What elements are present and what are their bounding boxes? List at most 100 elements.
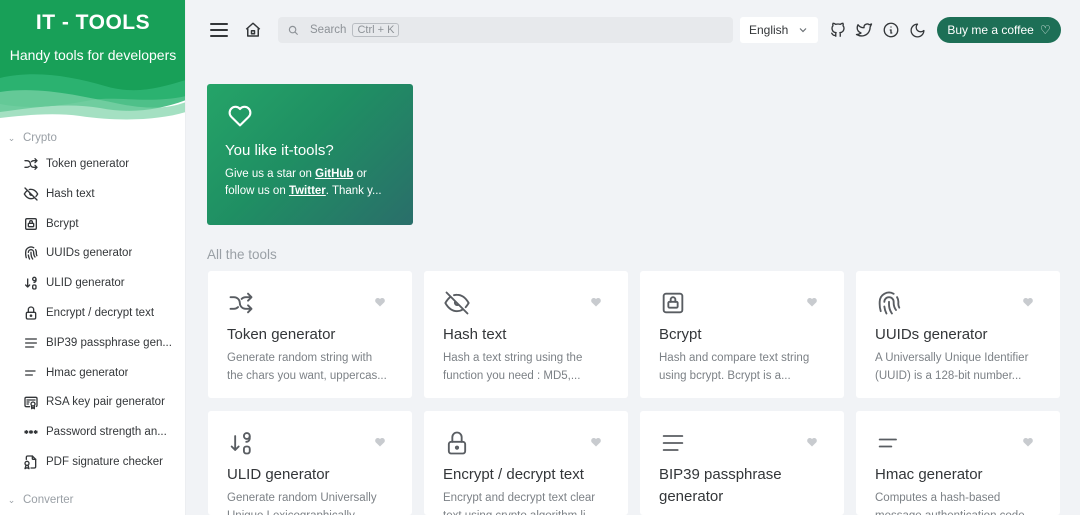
buy-me-a-coffee-button[interactable]: Buy me a coffee ♡ [937,17,1061,43]
favorite-heart-icon[interactable] [374,296,386,308]
github-link[interactable]: GitHub [315,168,353,180]
certificate-icon [24,397,38,410]
tool-card-icon [658,429,688,457]
app-title: IT - TOOLS [35,11,151,34]
moon-icon [909,22,925,38]
app-subtitle: Handy tools for developers [9,47,177,63]
sidebar-item-label: BIP39 passphrase gen... [46,336,172,349]
file-certificate-icon [24,455,37,470]
sidebar-item[interactable]: Token generator [22,153,182,175]
sidebar-item[interactable]: UUIDs generator [22,242,182,264]
coffee-label: Buy me a coffee [947,23,1034,37]
eye-off-icon [444,291,470,315]
twitter-button[interactable] [853,19,875,41]
menu-toggle-button[interactable] [208,19,230,41]
menu-group-crypto[interactable]: ⌄ Crypto [0,131,185,145]
brand-header[interactable]: IT - TOOLS Handy tools for developers [0,0,185,122]
sidebar-item-icon [22,275,40,291]
sidebar-item-label: Hash text [46,187,95,200]
info-circle-icon [883,22,899,38]
tool-card-icon [658,289,688,317]
sidebar-item[interactable]: Hmac generator [22,362,182,384]
promo-card: You like it-tools? Give us a star on Git… [207,84,413,225]
chevron-down-icon: ⌄ [7,132,16,143]
sidebar-item-icon [22,335,40,351]
search-placeholder: Search [310,24,347,36]
theme-toggle-button[interactable] [906,19,928,41]
sidebar-item-label: Password strength an... [46,426,167,439]
tool-card-description-line: text using crypto algorithm li... [443,507,615,515]
sort-numeric-icon [230,432,251,455]
home-icon [245,22,261,37]
tool-card-title: Token generator [227,326,336,343]
home-button[interactable] [242,19,264,41]
tool-card-title: Hash text [443,326,507,343]
sidebar-item-label: Token generator [46,158,130,170]
password-icon [24,430,38,435]
favorite-heart-icon[interactable] [806,296,818,308]
menu-group-label: Converter [23,494,74,506]
github-button[interactable] [827,19,849,41]
tool-card[interactable]: Hash text Hash a text string using the fun… [424,271,628,398]
chevron-down-icon: ⌄ [7,494,16,505]
lock-icon [25,306,37,320]
tool-card[interactable]: Bcrypt Hash and compare text string using … [640,271,844,398]
twitter-icon [855,23,873,37]
sidebar-item-icon [22,394,40,410]
menu-group-converter[interactable]: ⌄ Converter [0,493,185,507]
favorite-heart-icon[interactable] [1022,436,1034,448]
tool-card-icon [442,289,472,317]
sidebar-item[interactable]: Hash text [22,183,182,205]
favorite-heart-icon[interactable] [590,436,602,448]
scrollbar-track[interactable] [1073,0,1080,515]
sidebar-item[interactable]: RSA key pair generator [22,391,182,413]
sidebar-item[interactable]: Password strength an... [22,421,182,443]
language-select[interactable]: English [740,17,818,43]
tool-card[interactable]: BIP39 passphrase generator [640,411,844,515]
sidebar-item[interactable]: BIP39 passphrase gen... [22,332,182,354]
sidebar-item[interactable]: Bcrypt [22,213,182,235]
tool-card-title: BIP39 passphrase generator [659,466,782,505]
tool-card[interactable]: ULID generator Generate random Universall… [208,411,412,515]
eye-off-icon [23,187,39,201]
tool-card-description: Computes a hash-based message authenticat… [875,489,1047,515]
sidebar-item-icon [22,186,40,202]
sidebar-item-label: UUIDs generator [46,247,133,260]
about-button[interactable] [880,19,902,41]
tool-card-description: A Universally Unique Identifier (UUID) is… [875,349,1047,385]
shuffle-icon [229,292,253,314]
fingerprint-icon [878,291,901,315]
sidebar-item[interactable]: ULID generator [22,272,182,294]
search-input[interactable]: Search Ctrl + K [278,17,733,43]
tool-card[interactable]: Encrypt / decrypt text Encrypt and decryp… [424,411,628,515]
short-text-icon [878,438,897,448]
tool-card-description-line: (UUID) is a 128-bit number... [875,370,1022,382]
sidebar-item-icon [22,424,40,440]
fingerprint-icon [24,246,38,261]
tool-card[interactable]: Token generator Generate random string wi… [208,271,412,398]
tool-card[interactable]: UUIDs generator A Universally Unique Iden… [856,271,1060,398]
sidebar-item-label: Hmac generator [46,366,129,379]
favorite-heart-icon[interactable] [590,296,602,308]
tool-card-description-line: message authentication code... [875,507,1047,515]
tool-card-description-line: Unique Lexicographically... [227,507,399,515]
sidebar-item[interactable]: PDF signature checker [22,451,182,473]
tool-card-description-line: Encrypt and decrypt text clear [443,492,596,504]
top-bar: Search Ctrl + K English Buy me a coffee … [186,0,1080,60]
sidebar-item-label: ULID generator [46,277,125,290]
tool-card-description-line: Hash and compare text string [659,352,810,364]
chevron-down-icon [799,28,807,33]
tool-card[interactable]: Hmac generator Computes a hash-based messa… [856,411,1060,515]
tool-card-description: Encrypt and decrypt text clear text using… [443,489,615,515]
twitter-link[interactable]: Twitter [289,185,326,197]
favorite-heart-icon[interactable] [806,436,818,448]
sidebar-item[interactable]: Encrypt / decrypt text [22,302,182,324]
favorite-heart-icon[interactable] [374,436,386,448]
search-shortcut-badge: Ctrl + K [352,23,400,37]
language-value: English [749,23,789,37]
hamburger-icon [210,23,228,37]
sidebar-item-icon [22,454,40,470]
sidebar-item-label: Encrypt / decrypt text [46,307,155,319]
lock-square-icon [25,217,37,230]
favorite-heart-icon[interactable] [1022,296,1034,308]
